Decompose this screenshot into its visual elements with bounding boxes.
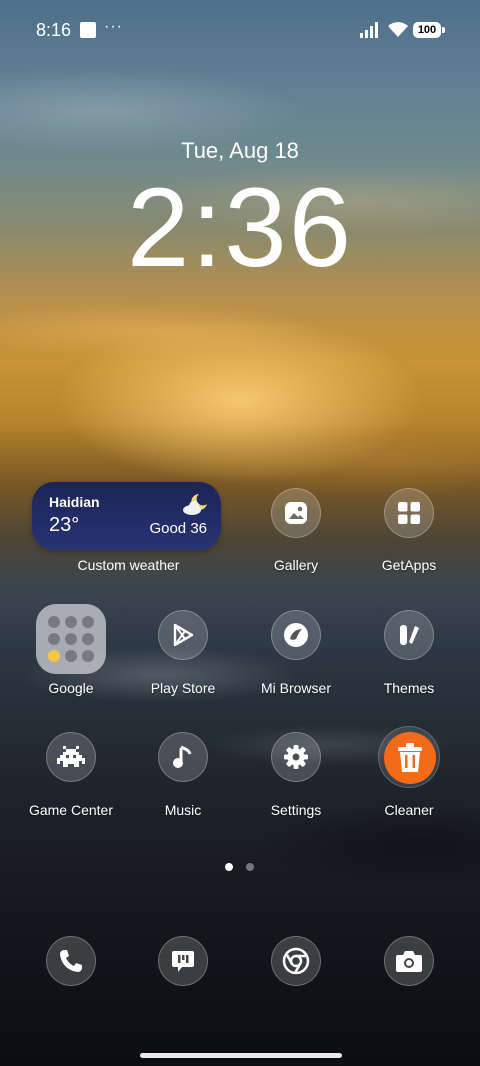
app-label-google: Google [48, 680, 94, 696]
page-dot-active[interactable] [225, 863, 233, 871]
themes-icon [384, 610, 434, 660]
date-label: Tue, Aug 18 [181, 138, 299, 163]
gallery-icon [271, 488, 321, 538]
phone-icon[interactable] [46, 936, 96, 986]
weather-widget-label: Custom weather [77, 557, 180, 573]
game-center-icon [46, 732, 96, 782]
messages-icon[interactable] [158, 936, 208, 986]
app-label-getapps: GetApps [381, 557, 437, 573]
app-label-mi-browser: Mi Browser [260, 680, 331, 696]
play-store-icon [158, 610, 208, 660]
gear-icon [271, 732, 321, 782]
app-label-cleaner: Cleaner [384, 802, 434, 818]
wifi-icon [388, 22, 408, 37]
battery-level: 100 [413, 22, 441, 38]
weather-temperature: 23° [49, 514, 80, 536]
weather-widget[interactable]: Haidian 23° Good 36 [32, 482, 221, 550]
app-label-settings: Settings [270, 802, 322, 818]
dock [0, 936, 480, 986]
app-label-play-store: Play Store [150, 680, 216, 696]
app-label-themes: Themes [383, 680, 435, 696]
cleaner-icon-frame [378, 726, 440, 788]
cloudy-moon-icon [183, 494, 207, 515]
chrome-icon[interactable] [271, 936, 321, 986]
status-time: 8:16 [36, 20, 72, 40]
page-indicator[interactable] [225, 863, 265, 873]
notification-icon [80, 22, 96, 38]
app-label-music: Music [164, 802, 202, 818]
battery-icon: 100 [413, 22, 445, 38]
mi-browser-icon [271, 610, 321, 660]
home-indicator[interactable] [140, 1053, 342, 1058]
app-label-game-center: Game Center [28, 802, 114, 818]
music-icon [158, 732, 208, 782]
more-notifications-icon: ··· [104, 18, 123, 35]
page-dot[interactable] [246, 863, 254, 871]
camera-icon[interactable] [384, 936, 434, 986]
status-bar: 8:16 ··· 100 [0, 0, 480, 60]
weather-city: Haidian [49, 494, 100, 510]
trash-icon [384, 732, 436, 784]
google-folder-icon [36, 604, 106, 674]
air-quality: Good 36 [149, 520, 207, 537]
app-label-gallery: Gallery [273, 557, 319, 573]
getapps-icon [384, 488, 434, 538]
cellular-signal-icon [360, 22, 378, 38]
clock-widget[interactable]: 2:36 [0, 168, 480, 288]
